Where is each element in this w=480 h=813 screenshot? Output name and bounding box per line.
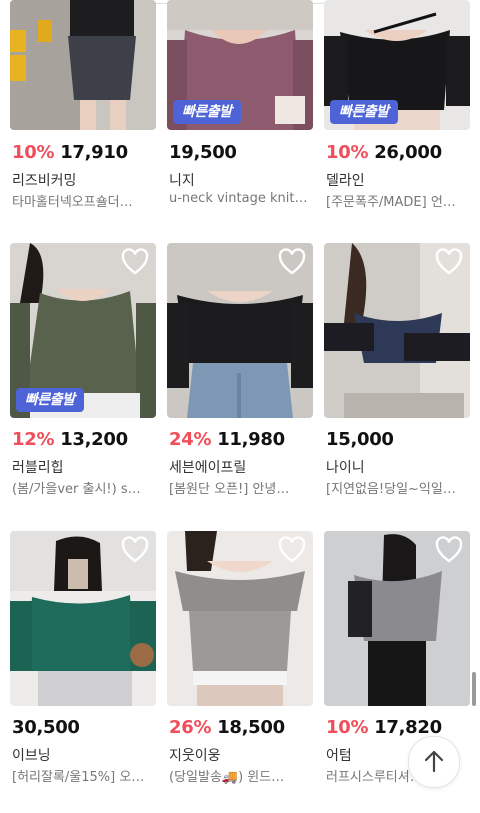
store-name[interactable]: 니지 (169, 170, 195, 190)
price: 17,910 (60, 142, 128, 163)
product-image[interactable]: 빠른출발 (10, 243, 156, 418)
product-description[interactable]: (봄/가을ver 출시!) s… (12, 478, 158, 497)
price: 26,000 (374, 142, 442, 163)
price-row: 10% 26,000 (326, 142, 442, 163)
discount-rate: 24% (169, 429, 212, 450)
store-name[interactable]: 이브닝 (12, 745, 51, 765)
scrollbar-thumb[interactable] (472, 672, 476, 706)
product-card[interactable]: 26% 18,500 지웃이웅 (당일발송🚚) 윈드… (167, 531, 313, 786)
product-card[interactable]: 30,500 이브닝 [허리잘록/울15%] 오… (10, 531, 156, 786)
store-name[interactable]: 나이니 (326, 457, 365, 477)
product-image[interactable] (10, 531, 156, 706)
product-description[interactable]: 타마홀터넥오프숄더… (12, 191, 158, 210)
price: 17,820 (374, 717, 442, 738)
price: 30,500 (12, 717, 80, 738)
product-description[interactable]: [지연없음!당일~익일… (326, 478, 472, 497)
heart-icon[interactable] (120, 535, 150, 565)
price-row: 19,500 (169, 142, 237, 163)
fast-shipping-badge: 빠른출발 (330, 100, 398, 124)
price: 18,500 (217, 717, 285, 738)
discount-rate: 10% (326, 142, 369, 163)
product-image[interactable] (167, 531, 313, 706)
product-image[interactable] (324, 243, 470, 418)
product-image[interactable]: 빠른출발 (167, 0, 313, 130)
price-row: 10% 17,910 (12, 142, 128, 163)
heart-icon[interactable] (120, 247, 150, 277)
product-description[interactable]: [봄원단 오픈!] 안녕… (169, 478, 315, 497)
price: 11,980 (217, 429, 285, 450)
product-photo (10, 0, 156, 130)
store-name[interactable]: 어텀 (326, 745, 352, 765)
store-name[interactable]: 지웃이웅 (169, 745, 221, 765)
product-image[interactable]: 빠른출발 (324, 0, 470, 130)
discount-rate: 10% (326, 717, 369, 738)
price-row: 10% 17,820 (326, 717, 442, 738)
product-card[interactable]: 15,000 나이니 [지연없음!당일~익일… (324, 243, 470, 498)
heart-icon[interactable] (434, 535, 464, 565)
store-name[interactable]: 세븐에이프릴 (169, 457, 246, 477)
price-row: 15,000 (326, 429, 394, 450)
store-name[interactable]: 러블리힙 (12, 457, 64, 477)
product-card[interactable]: 빠른출발 19,500 니지 u-neck vintage knit… (167, 0, 313, 215)
product-card[interactable]: 빠른출발 10% 26,000 델라인 [주문폭주/MADE] 언… (324, 0, 470, 215)
product-description[interactable]: (당일발송🚚) 윈드… (169, 766, 315, 785)
product-card[interactable]: 빠른출발 12% 13,200 러블리힙 (봄/가을ver 출시!) s… (10, 243, 156, 498)
discount-rate: 10% (12, 142, 55, 163)
heart-icon[interactable] (434, 247, 464, 277)
product-image[interactable] (10, 0, 156, 130)
product-card[interactable]: 24% 11,980 세븐에이프릴 [봄원단 오픈!] 안녕… (167, 243, 313, 498)
product-description[interactable]: u-neck vintage knit… (169, 191, 315, 206)
product-image[interactable] (324, 531, 470, 706)
discount-rate: 26% (169, 717, 212, 738)
discount-rate: 12% (12, 429, 55, 450)
scroll-to-top-button[interactable] (408, 736, 460, 788)
price-row: 24% 11,980 (169, 429, 285, 450)
price-row: 12% 13,200 (12, 429, 128, 450)
fast-shipping-badge: 빠른출발 (16, 388, 84, 412)
price-row: 26% 18,500 (169, 717, 285, 738)
heart-icon[interactable] (277, 535, 307, 565)
price: 19,500 (169, 142, 237, 163)
price: 15,000 (326, 429, 394, 450)
store-name[interactable]: 델라인 (326, 170, 365, 190)
price-row: 30,500 (12, 717, 80, 738)
product-card[interactable]: 10% 17,910 리즈비커밍 타마홀터넥오프숄더… (10, 0, 156, 215)
fast-shipping-badge: 빠른출발 (173, 100, 241, 124)
product-image[interactable] (167, 243, 313, 418)
product-description[interactable]: [허리잘록/울15%] 오… (12, 766, 158, 785)
store-name[interactable]: 리즈비커밍 (12, 170, 76, 190)
heart-icon[interactable] (277, 247, 307, 277)
price: 13,200 (60, 429, 128, 450)
arrow-up-icon (424, 750, 444, 773)
product-description[interactable]: [주문폭주/MADE] 언… (326, 191, 472, 210)
